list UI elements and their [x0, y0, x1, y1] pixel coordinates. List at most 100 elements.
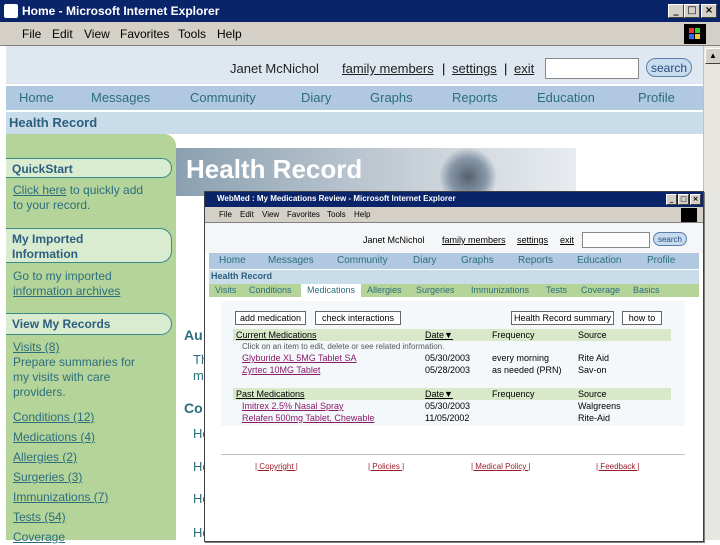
popup-settings-link[interactable]: settings [517, 235, 548, 245]
section-bar [6, 112, 703, 134]
imported-heading: My Imported Information [6, 228, 172, 263]
tab-visits[interactable]: Visits [215, 285, 236, 295]
popup-user-name: Janet McNichol [363, 235, 425, 245]
med-name-link[interactable]: Glyburide XL 5MG Tablet SA [242, 353, 357, 363]
nav-education[interactable]: Education [537, 90, 595, 105]
tab-surgeries[interactable]: Surgeries [416, 285, 455, 295]
popup-window: WebMed : My Medications Review - Microso… [204, 191, 704, 542]
main-heading-stub: Au [184, 327, 203, 343]
popup-nav-graphs[interactable]: Graphs [461, 255, 494, 266]
quickstart-text: Click here to quickly add to your record… [13, 183, 144, 212]
close-icon[interactable]: × [701, 4, 717, 18]
add-medication-button[interactable]: add medication [235, 311, 306, 325]
popup-search-button[interactable]: search [653, 232, 687, 246]
copyright-link[interactable]: | Copyright | [255, 462, 298, 471]
nav-messages[interactable]: Messages [91, 90, 150, 105]
medications-link[interactable]: Medications (4) [13, 430, 95, 445]
settings-link[interactable]: settings [452, 61, 497, 76]
past-med-name-link[interactable]: Imitrex 2.5% Nasal Spray [242, 401, 344, 411]
nav-diary[interactable]: Diary [301, 90, 331, 105]
edit-hint: Click on an item to edit, delete or see … [242, 342, 445, 351]
med-date: 05/28/2003 [425, 365, 471, 375]
popup-nav-education[interactable]: Education [577, 255, 621, 266]
menu-help[interactable]: Help [217, 27, 242, 41]
popup-maximize-icon[interactable]: □ [678, 194, 689, 205]
nav-community[interactable]: Community [190, 90, 256, 105]
policies-link[interactable]: | Policies | [368, 462, 404, 471]
popup-menu-help[interactable]: Help [354, 210, 370, 219]
records-list: Visits (8) Prepare summaries for my visi… [13, 340, 136, 399]
med-name-link[interactable]: Zyrtec 10MG Tablet [242, 365, 320, 375]
popup-menu-edit[interactable]: Edit [240, 210, 254, 219]
menu-tools[interactable]: Tools [178, 27, 206, 41]
nav-home[interactable]: Home [19, 90, 54, 105]
popup-search-input[interactable] [582, 232, 650, 248]
past-med-name-link[interactable]: Relafen 500mg Tablet, Chewable [242, 413, 374, 423]
minimize-icon[interactable]: _ [668, 4, 684, 18]
popup-menu-view[interactable]: View [262, 210, 279, 219]
surgeries-link[interactable]: Surgeries (3) [13, 470, 82, 485]
popup-nav-messages[interactable]: Messages [268, 255, 314, 266]
nav-graphs[interactable]: Graphs [370, 90, 413, 105]
exit-link[interactable]: exit [514, 61, 534, 76]
tab-immunizations[interactable]: Immunizations [471, 285, 529, 295]
menu-bar: File Edit View Favorites Tools Help [0, 22, 720, 46]
menu-favorites[interactable]: Favorites [120, 27, 169, 41]
popup-minimize-icon[interactable]: _ [666, 194, 677, 205]
visits-link[interactable]: Visits (8) [13, 340, 59, 354]
tab-allergies[interactable]: Allergies [367, 285, 402, 295]
link-separator: | [504, 61, 508, 76]
popup-exit-link[interactable]: exit [560, 235, 574, 245]
coverage-link[interactable]: Coverage [13, 530, 65, 545]
scroll-up-icon[interactable]: ▲ [705, 48, 720, 64]
allergies-link[interactable]: Allergies (2) [13, 450, 77, 465]
nav-profile[interactable]: Profile [638, 90, 675, 105]
conditions-link[interactable]: Conditions (12) [13, 410, 94, 425]
immunizations-link[interactable]: Immunizations (7) [13, 490, 108, 505]
tests-link[interactable]: Tests (54) [13, 510, 66, 525]
popup-nav-home[interactable]: Home [219, 255, 246, 266]
popup-menu-tools[interactable]: Tools [327, 210, 346, 219]
nav-reports[interactable]: Reports [452, 90, 498, 105]
tab-coverage[interactable]: Coverage [581, 285, 620, 295]
date-column-header[interactable]: Date▼ [425, 330, 453, 340]
health-record-summary-button[interactable]: Health Record summary [511, 311, 614, 325]
feedback-link[interactable]: | Feedback | [596, 462, 640, 471]
tab-medications[interactable]: Medications [301, 284, 361, 297]
medical-policy-link[interactable]: | Medical Policy | [471, 462, 531, 471]
popup-close-icon[interactable]: × [690, 194, 701, 205]
popup-section-bar [209, 270, 699, 284]
how-to-button[interactable]: how to [622, 311, 662, 325]
past-med-source: Walgreens [578, 401, 621, 411]
main-text-stub: m [193, 368, 204, 383]
vertical-scrollbar[interactable]: ▲ [703, 46, 720, 540]
popup-menu-file[interactable]: File [219, 210, 232, 219]
imported-archives-link[interactable]: information archives [13, 284, 120, 298]
tab-tests[interactable]: Tests [546, 285, 567, 295]
search-button[interactable]: search [646, 58, 692, 77]
popup-nav-diary[interactable]: Diary [413, 255, 436, 266]
search-input[interactable] [545, 58, 639, 79]
popup-subtabs: Visits Conditions Medications Allergies … [209, 284, 699, 297]
quickstart-link[interactable]: Click here [13, 183, 66, 197]
popup-nav-reports[interactable]: Reports [518, 255, 553, 266]
maximize-icon[interactable]: □ [684, 4, 700, 18]
banner-image: Health Record [176, 148, 576, 196]
tab-basics[interactable]: Basics [633, 285, 660, 295]
window-title: Home - Microsoft Internet Explorer [22, 4, 220, 18]
tab-conditions[interactable]: Conditions [249, 285, 292, 295]
family-members-link[interactable]: family members [342, 61, 434, 76]
menu-file[interactable]: File [22, 27, 41, 41]
frequency-column-header: Frequency [492, 330, 535, 340]
menu-edit[interactable]: Edit [52, 27, 73, 41]
past-meds-title[interactable]: Past Medications [236, 389, 305, 399]
check-interactions-button[interactable]: check interactions [315, 311, 401, 325]
med-source: Rite Aid [578, 353, 610, 363]
current-meds-title[interactable]: Current Medications [236, 330, 317, 340]
popup-nav-profile[interactable]: Profile [647, 255, 675, 266]
popup-menu-favorites[interactable]: Favorites [287, 210, 320, 219]
menu-view[interactable]: View [84, 27, 110, 41]
popup-nav-community[interactable]: Community [337, 255, 388, 266]
past-date-column-header[interactable]: Date▼ [425, 389, 453, 399]
popup-family-members-link[interactable]: family members [442, 235, 506, 245]
